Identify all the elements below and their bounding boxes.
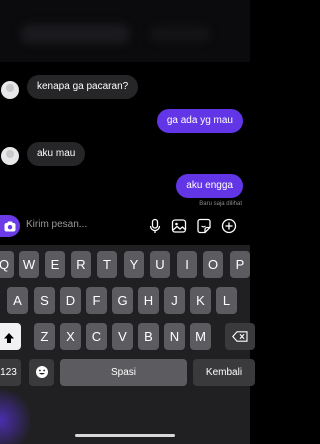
key-m[interactable]: M — [190, 323, 211, 350]
key-n[interactable]: N — [164, 323, 185, 350]
key-o[interactable]: O — [203, 251, 223, 278]
app-overlay-glow — [0, 385, 30, 444]
key-t[interactable]: T — [97, 251, 117, 278]
message-outgoing[interactable]: aku engga — [176, 174, 243, 198]
key-u[interactable]: U — [150, 251, 170, 278]
key-y[interactable]: Y — [124, 251, 144, 278]
key-c[interactable]: C — [86, 323, 107, 350]
key-w[interactable]: W — [19, 251, 39, 278]
header-title-blurred — [20, 24, 130, 44]
key-h[interactable]: H — [138, 287, 159, 314]
sticker-icon[interactable] — [196, 218, 212, 234]
message-incoming[interactable]: kenapa ga pacaran? — [27, 75, 139, 99]
home-indicator — [75, 434, 175, 437]
key-p[interactable]: P — [230, 251, 250, 278]
avatar[interactable] — [1, 147, 19, 165]
keyboard: Q W E R T Y U I O P A S D F G H J K L Z … — [0, 245, 255, 444]
key-g[interactable]: G — [112, 287, 133, 314]
key-x[interactable]: X — [60, 323, 81, 350]
key-v[interactable]: V — [112, 323, 133, 350]
key-b[interactable]: B — [138, 323, 159, 350]
message-input[interactable]: Kirim pesan... — [26, 219, 87, 230]
key-i[interactable]: I — [177, 251, 197, 278]
key-z[interactable]: Z — [34, 323, 55, 350]
chat-header — [0, 0, 250, 62]
key-j[interactable]: J — [164, 287, 185, 314]
key-f[interactable]: F — [86, 287, 107, 314]
shift-icon — [3, 332, 14, 343]
camera-button[interactable] — [0, 215, 20, 237]
backspace-icon — [232, 331, 248, 342]
backspace-key[interactable] — [225, 323, 255, 350]
key-a[interactable]: A — [7, 287, 28, 314]
microphone-icon[interactable] — [147, 218, 163, 234]
key-d[interactable]: D — [60, 287, 81, 314]
header-actions-blurred — [150, 26, 210, 42]
key-k[interactable]: K — [190, 287, 211, 314]
key-r[interactable]: R — [71, 251, 91, 278]
message-outgoing[interactable]: ga ada yg mau — [156, 109, 243, 133]
message-list: kenapa ga pacaran? ga ada yg mau aku mau… — [0, 62, 250, 212]
camera-icon — [4, 221, 16, 231]
emoji-key[interactable] — [29, 359, 54, 386]
key-s[interactable]: S — [34, 287, 55, 314]
message-composer: Kirim pesan... — [0, 213, 250, 241]
emoji-icon — [35, 366, 48, 379]
key-e[interactable]: E — [45, 251, 65, 278]
seen-status: Baru saja dilihat — [199, 201, 242, 207]
return-key[interactable]: Kembali — [193, 359, 255, 386]
shift-key[interactable] — [0, 323, 21, 350]
image-icon[interactable] — [171, 218, 187, 234]
numbers-key[interactable]: 123 — [0, 359, 21, 386]
key-q[interactable]: Q — [0, 251, 14, 278]
message-incoming[interactable]: aku mau — [27, 142, 86, 166]
key-l[interactable]: L — [216, 287, 237, 314]
space-key[interactable]: Spasi — [60, 359, 187, 386]
plus-icon[interactable] — [221, 218, 237, 234]
avatar[interactable] — [1, 81, 19, 99]
